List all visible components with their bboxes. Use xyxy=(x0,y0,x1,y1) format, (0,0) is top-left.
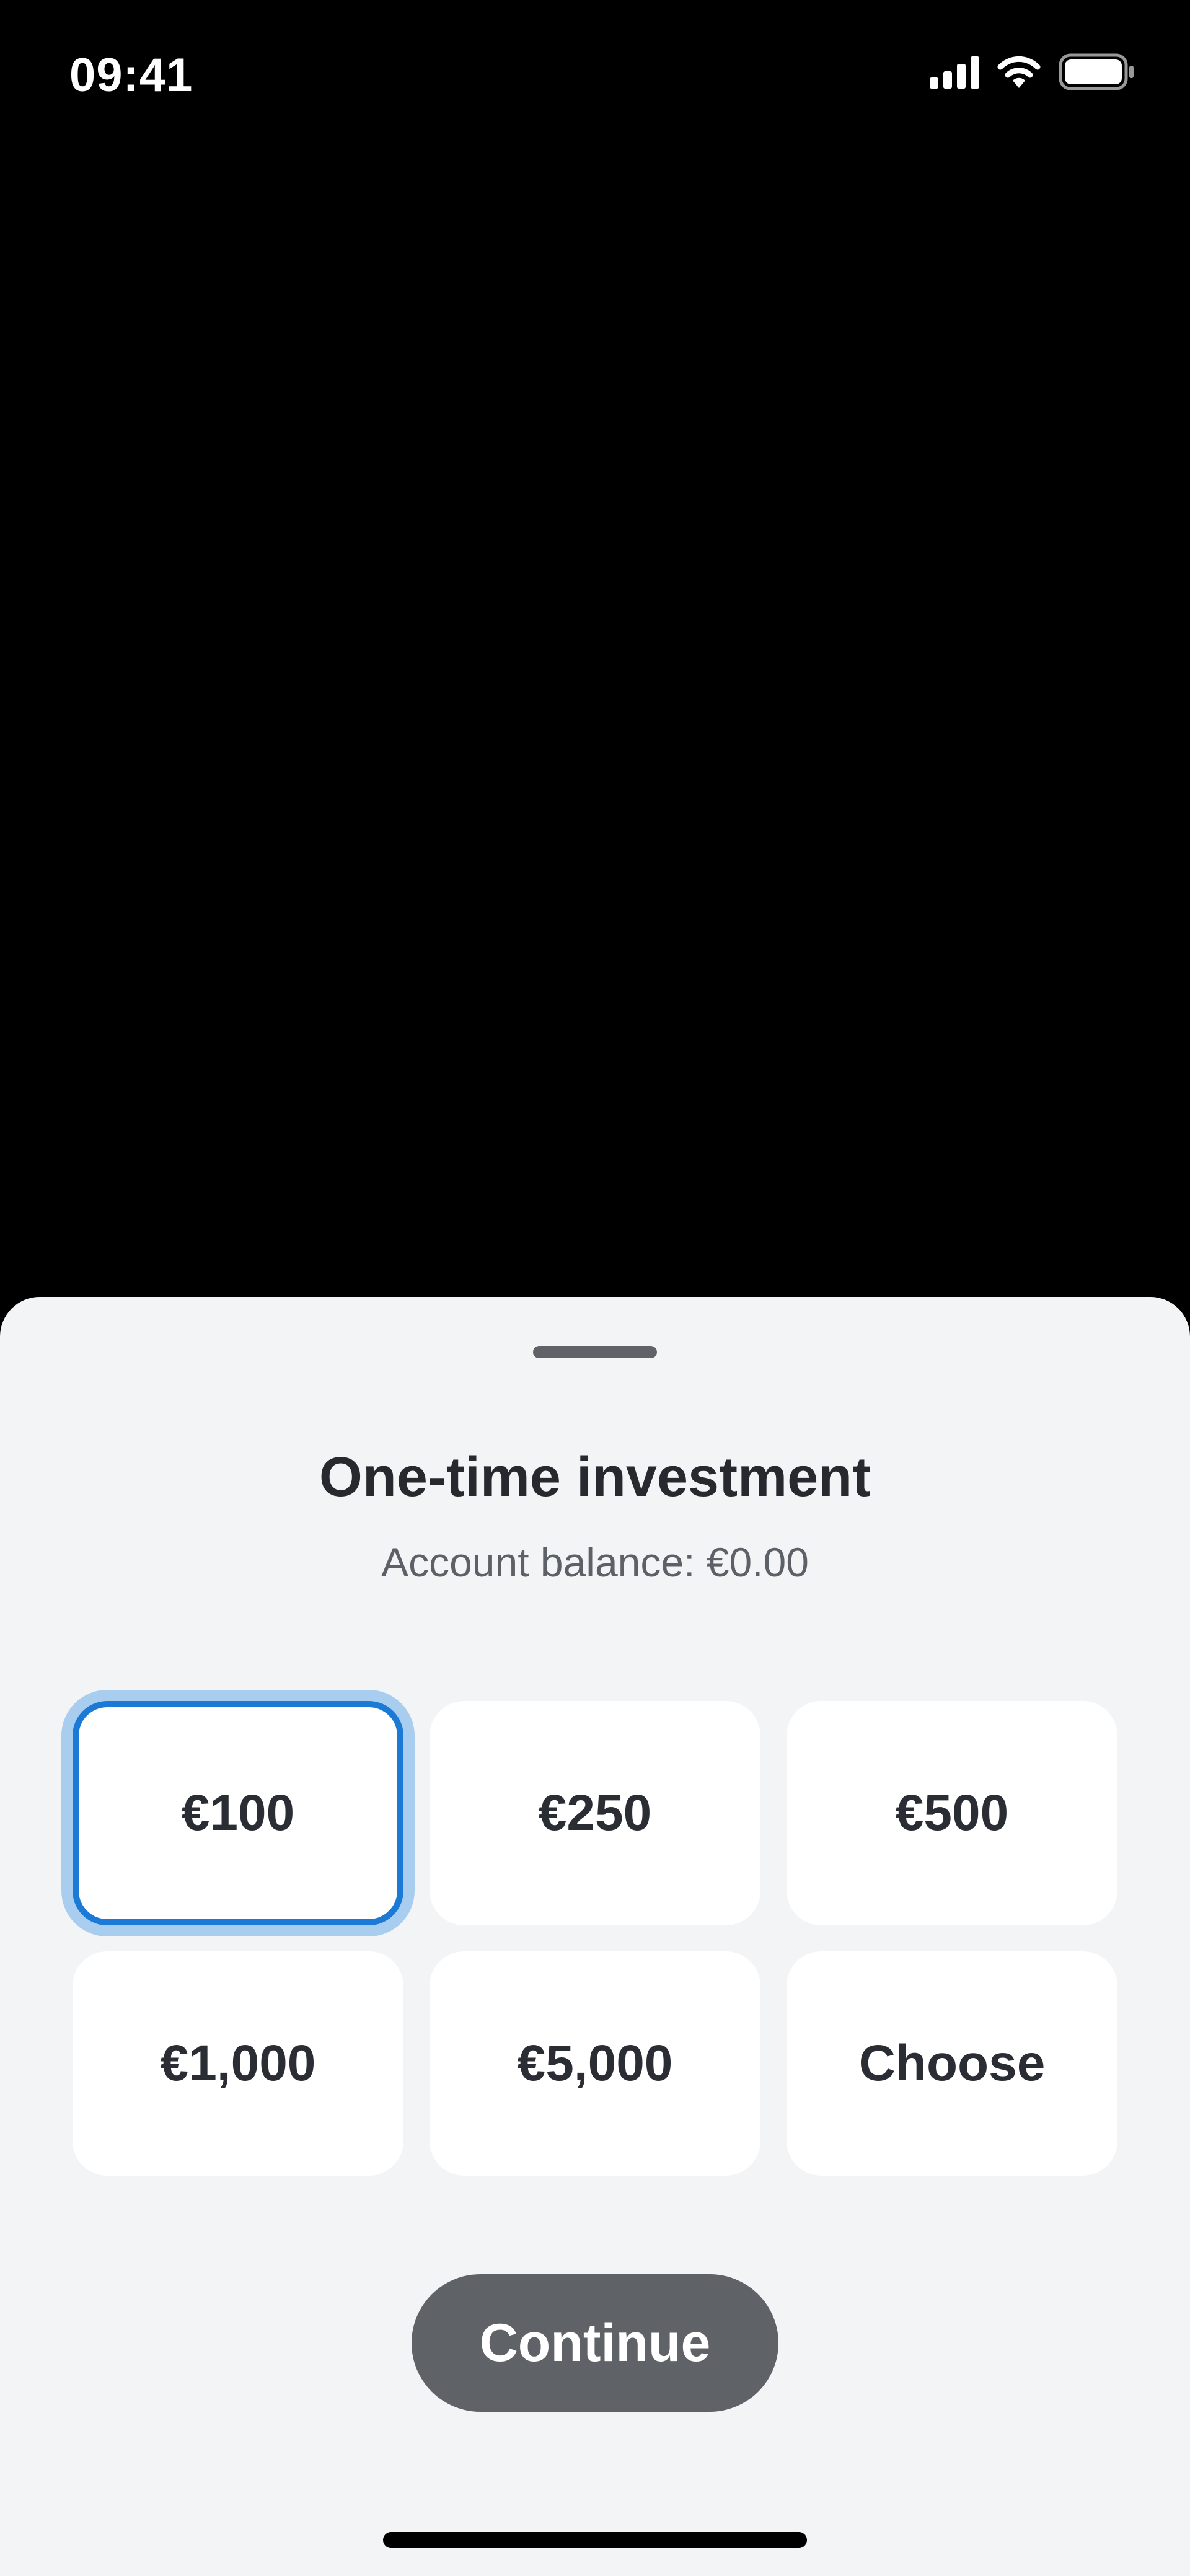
status-bar: 09:41 xyxy=(0,0,1190,149)
amount-option-500[interactable]: €500 xyxy=(787,1701,1117,1925)
amount-option-choose[interactable]: Choose xyxy=(787,1951,1117,2176)
cellular-signal-icon xyxy=(930,55,979,89)
amount-option-5000[interactable]: €5,000 xyxy=(430,1951,760,2176)
account-balance-text: Account balance: €0.00 xyxy=(381,1539,809,1585)
status-icons xyxy=(930,53,1135,90)
home-indicator xyxy=(383,2532,807,2548)
amount-option-100[interactable]: €100 xyxy=(73,1701,403,1925)
amount-options-grid: €100 €250 €500 €1,000 €5,000 Choose xyxy=(73,1701,1117,2176)
amount-option-250[interactable]: €250 xyxy=(430,1701,760,1925)
wifi-icon xyxy=(997,56,1041,88)
sheet-grabber-handle[interactable] xyxy=(533,1346,657,1358)
battery-icon xyxy=(1059,53,1134,90)
amount-option-1000[interactable]: €1,000 xyxy=(73,1951,403,2176)
status-time: 09:41 xyxy=(69,49,193,102)
continue-button[interactable]: Continue xyxy=(412,2274,778,2412)
bottom-sheet: One-time investment Account balance: €0.… xyxy=(0,1297,1190,2576)
sheet-title: One-time investment xyxy=(319,1446,871,1508)
